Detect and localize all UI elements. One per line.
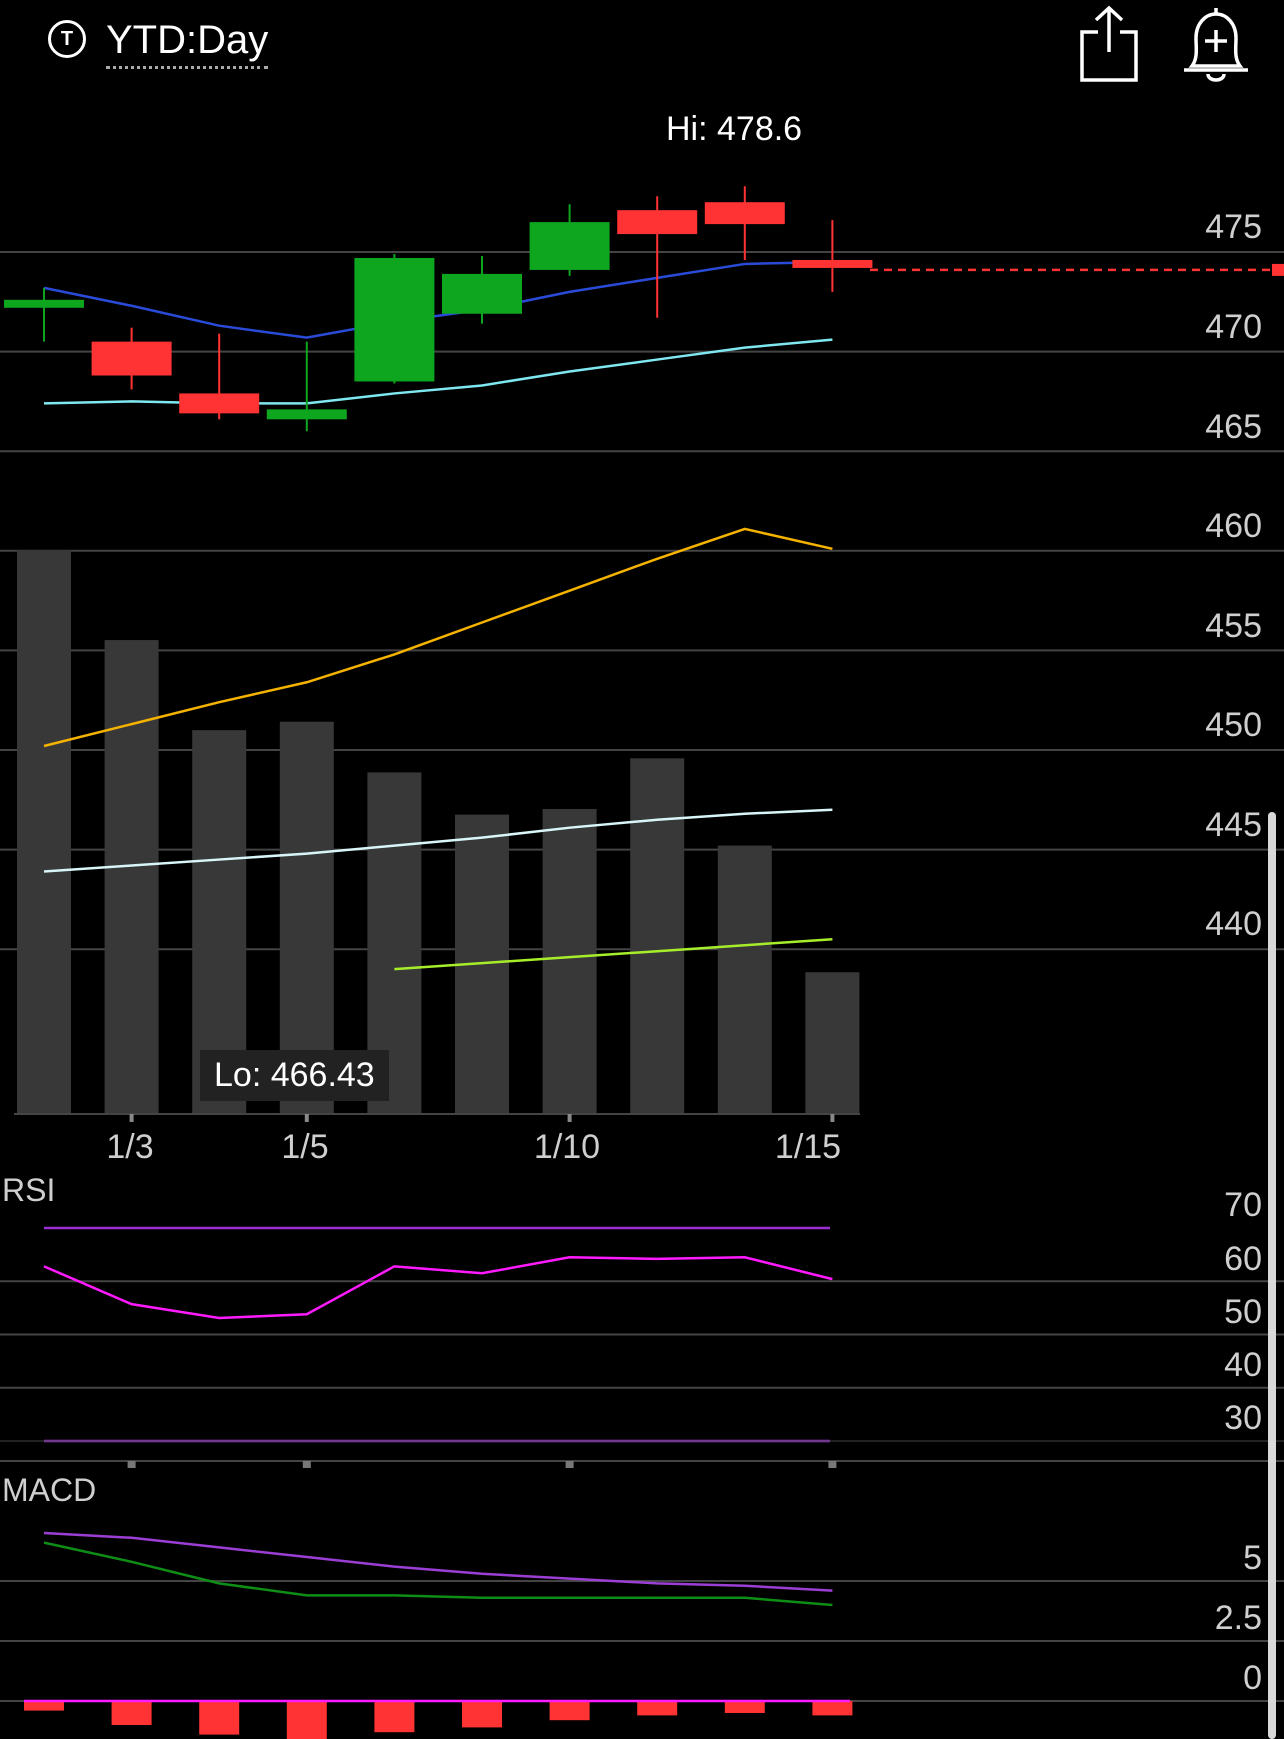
- price-axis-tick: 450: [1205, 706, 1262, 744]
- macd-histogram-bar: [111, 1701, 152, 1725]
- macd-axis-tick: 5: [1243, 1539, 1262, 1577]
- candle-body: [617, 210, 698, 235]
- date-axis-tick: 1/3: [106, 1128, 154, 1166]
- candle-body: [529, 222, 610, 270]
- rsi-axis-tick: 70: [1224, 1186, 1262, 1224]
- volume-bar: [630, 758, 685, 1113]
- macd-histogram-bar: [199, 1701, 240, 1735]
- macd-histogram-bar: [549, 1701, 590, 1721]
- rsi-axis-tick: 50: [1224, 1293, 1262, 1331]
- macd-histogram-bar: [374, 1701, 415, 1733]
- candle-body: [179, 393, 260, 414]
- candle-body: [354, 257, 435, 382]
- candle-body: [442, 273, 522, 314]
- price-axis-tick: 460: [1205, 507, 1262, 545]
- volume-bar: [717, 845, 772, 1113]
- date-axis-tick: 1/5: [281, 1128, 329, 1166]
- candle-body: [4, 299, 84, 308]
- macd-axis-tick: 2.5: [1214, 1599, 1262, 1637]
- rsi-panel-title: RSI: [2, 1172, 56, 1208]
- rsi-line: [43, 1256, 833, 1320]
- date-axis-tick: 1/10: [533, 1128, 601, 1166]
- rsi-date-tick-mark: [828, 1461, 837, 1468]
- macd-axis-tick: 0: [1243, 1659, 1262, 1697]
- candle-body: [792, 259, 873, 268]
- candle-body: [266, 409, 347, 420]
- last-price-marker: [1272, 263, 1284, 276]
- hi-label: Hi: 478.6: [666, 110, 803, 148]
- price-axis-tick: 475: [1205, 208, 1262, 246]
- price-axis-tick: 445: [1205, 806, 1262, 844]
- rsi-axis-tick: 40: [1224, 1346, 1262, 1384]
- rsi-axis-tick: 30: [1224, 1399, 1262, 1437]
- scrollbar[interactable]: [1268, 812, 1276, 1739]
- ma-white-line: [43, 808, 833, 873]
- rsi-date-tick-mark: [302, 1461, 311, 1468]
- macd-signal-line: [43, 1541, 833, 1607]
- price-axis-tick: 455: [1205, 607, 1262, 645]
- ma-yellow-line: [43, 527, 833, 748]
- chart-canvas[interactable]: [0, 0, 1284, 1739]
- macd-histogram-bar: [724, 1701, 765, 1713]
- volume-bar: [104, 640, 159, 1113]
- candle-body: [91, 341, 172, 376]
- volume-bar: [542, 808, 597, 1113]
- ma-fast-line: [43, 260, 833, 339]
- price-axis-tick: 465: [1205, 408, 1262, 446]
- macd-histogram-bar: [637, 1701, 678, 1716]
- macd-histogram-bar: [812, 1701, 853, 1716]
- macd-histogram-bar: [286, 1701, 327, 1739]
- price-axis-tick: 470: [1205, 308, 1262, 346]
- rsi-date-tick-mark: [127, 1461, 136, 1468]
- rsi-axis-tick: 60: [1224, 1240, 1262, 1278]
- volume-bar: [17, 550, 71, 1113]
- macd-histogram-bar: [24, 1701, 64, 1711]
- candle-body: [704, 202, 785, 225]
- price-axis-tick: 440: [1205, 905, 1262, 943]
- lo-label: Lo: 466.43: [200, 1050, 389, 1101]
- volume-bar: [805, 972, 860, 1113]
- rsi-date-tick-mark: [565, 1461, 574, 1468]
- macd-panel-title: MACD: [2, 1472, 97, 1508]
- macd-histogram-bar: [462, 1701, 502, 1728]
- date-axis-tick: 1/15: [774, 1128, 842, 1166]
